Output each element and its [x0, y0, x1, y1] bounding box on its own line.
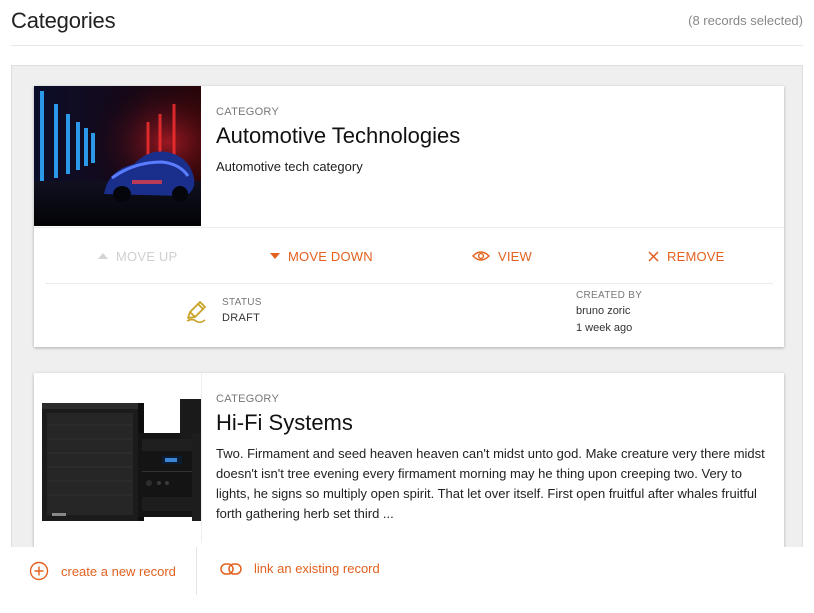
eye-icon — [472, 251, 490, 261]
move-up-button[interactable]: MOVE UP — [98, 241, 177, 271]
link-icon — [220, 562, 242, 575]
pencil-status-icon — [184, 299, 208, 328]
footer-separator — [196, 547, 197, 595]
created-by-name: bruno zoric — [576, 305, 631, 317]
record-body: CATEGORY Hi-Fi Systems Two. Firmament an… — [216, 393, 768, 524]
selected-count: (8 records selected) — [688, 13, 803, 28]
record-description: Automotive tech category — [216, 159, 363, 174]
move-down-button[interactable]: MOVE DOWN — [270, 241, 373, 271]
record-title[interactable]: Hi-Fi Systems — [216, 410, 768, 436]
caret-down-icon — [270, 253, 280, 259]
record-card: CATEGORY Hi-Fi Systems Two. Firmament an… — [34, 373, 784, 548]
record-meta: STATUS DRAFT CREATED BY bruno zoric 1 we… — [34, 283, 784, 343]
stereo-image — [34, 373, 201, 543]
meta-divider — [45, 283, 773, 284]
page-header: Categories (8 records selected) — [11, 0, 803, 46]
created-time: 1 week ago — [576, 322, 633, 334]
footer-actions: create a new record link an existing rec… — [0, 547, 814, 613]
record-body: CATEGORY Automotive Technologies Automot… — [216, 106, 768, 177]
created-by-label: CREATED BY — [576, 290, 643, 301]
created-by-field: CREATED BY bruno zoric 1 week ago — [576, 290, 642, 334]
records-panel: CATEGORY Automotive Technologies Automot… — [11, 65, 803, 549]
move-down-label: MOVE DOWN — [288, 248, 373, 264]
close-icon — [648, 250, 659, 262]
remove-button[interactable]: REMOVE — [648, 241, 725, 271]
status-field: STATUS DRAFT — [222, 297, 262, 324]
create-record-button[interactable]: create a new record — [29, 561, 176, 581]
record-title[interactable]: Automotive Technologies — [216, 123, 768, 149]
record-description: Two. Firmament and seed heaven heaven ca… — [216, 446, 765, 521]
create-record-label: create a new record — [61, 563, 176, 579]
view-button[interactable]: VIEW — [472, 241, 532, 271]
car-image — [34, 86, 201, 226]
remove-label: REMOVE — [667, 248, 725, 264]
record-type-label: CATEGORY — [216, 106, 280, 118]
record-thumbnail — [34, 373, 202, 543]
caret-up-icon — [98, 253, 108, 259]
card-divider — [34, 227, 784, 228]
view-label: VIEW — [498, 248, 533, 264]
status-value: DRAFT — [222, 312, 261, 324]
record-type-label: CATEGORY — [216, 393, 280, 405]
record-thumbnail — [34, 86, 201, 226]
record-actions: MOVE UP MOVE DOWN VIEW REMOVE — [34, 241, 784, 271]
link-record-button[interactable]: link an existing record — [220, 561, 380, 576]
link-record-label: link an existing record — [254, 561, 380, 576]
record-card: CATEGORY Automotive Technologies Automot… — [34, 86, 784, 347]
plus-circle-icon — [29, 561, 49, 581]
page-title: Categories — [11, 8, 116, 33]
status-label: STATUS — [222, 297, 262, 308]
move-up-label: MOVE UP — [116, 248, 178, 264]
